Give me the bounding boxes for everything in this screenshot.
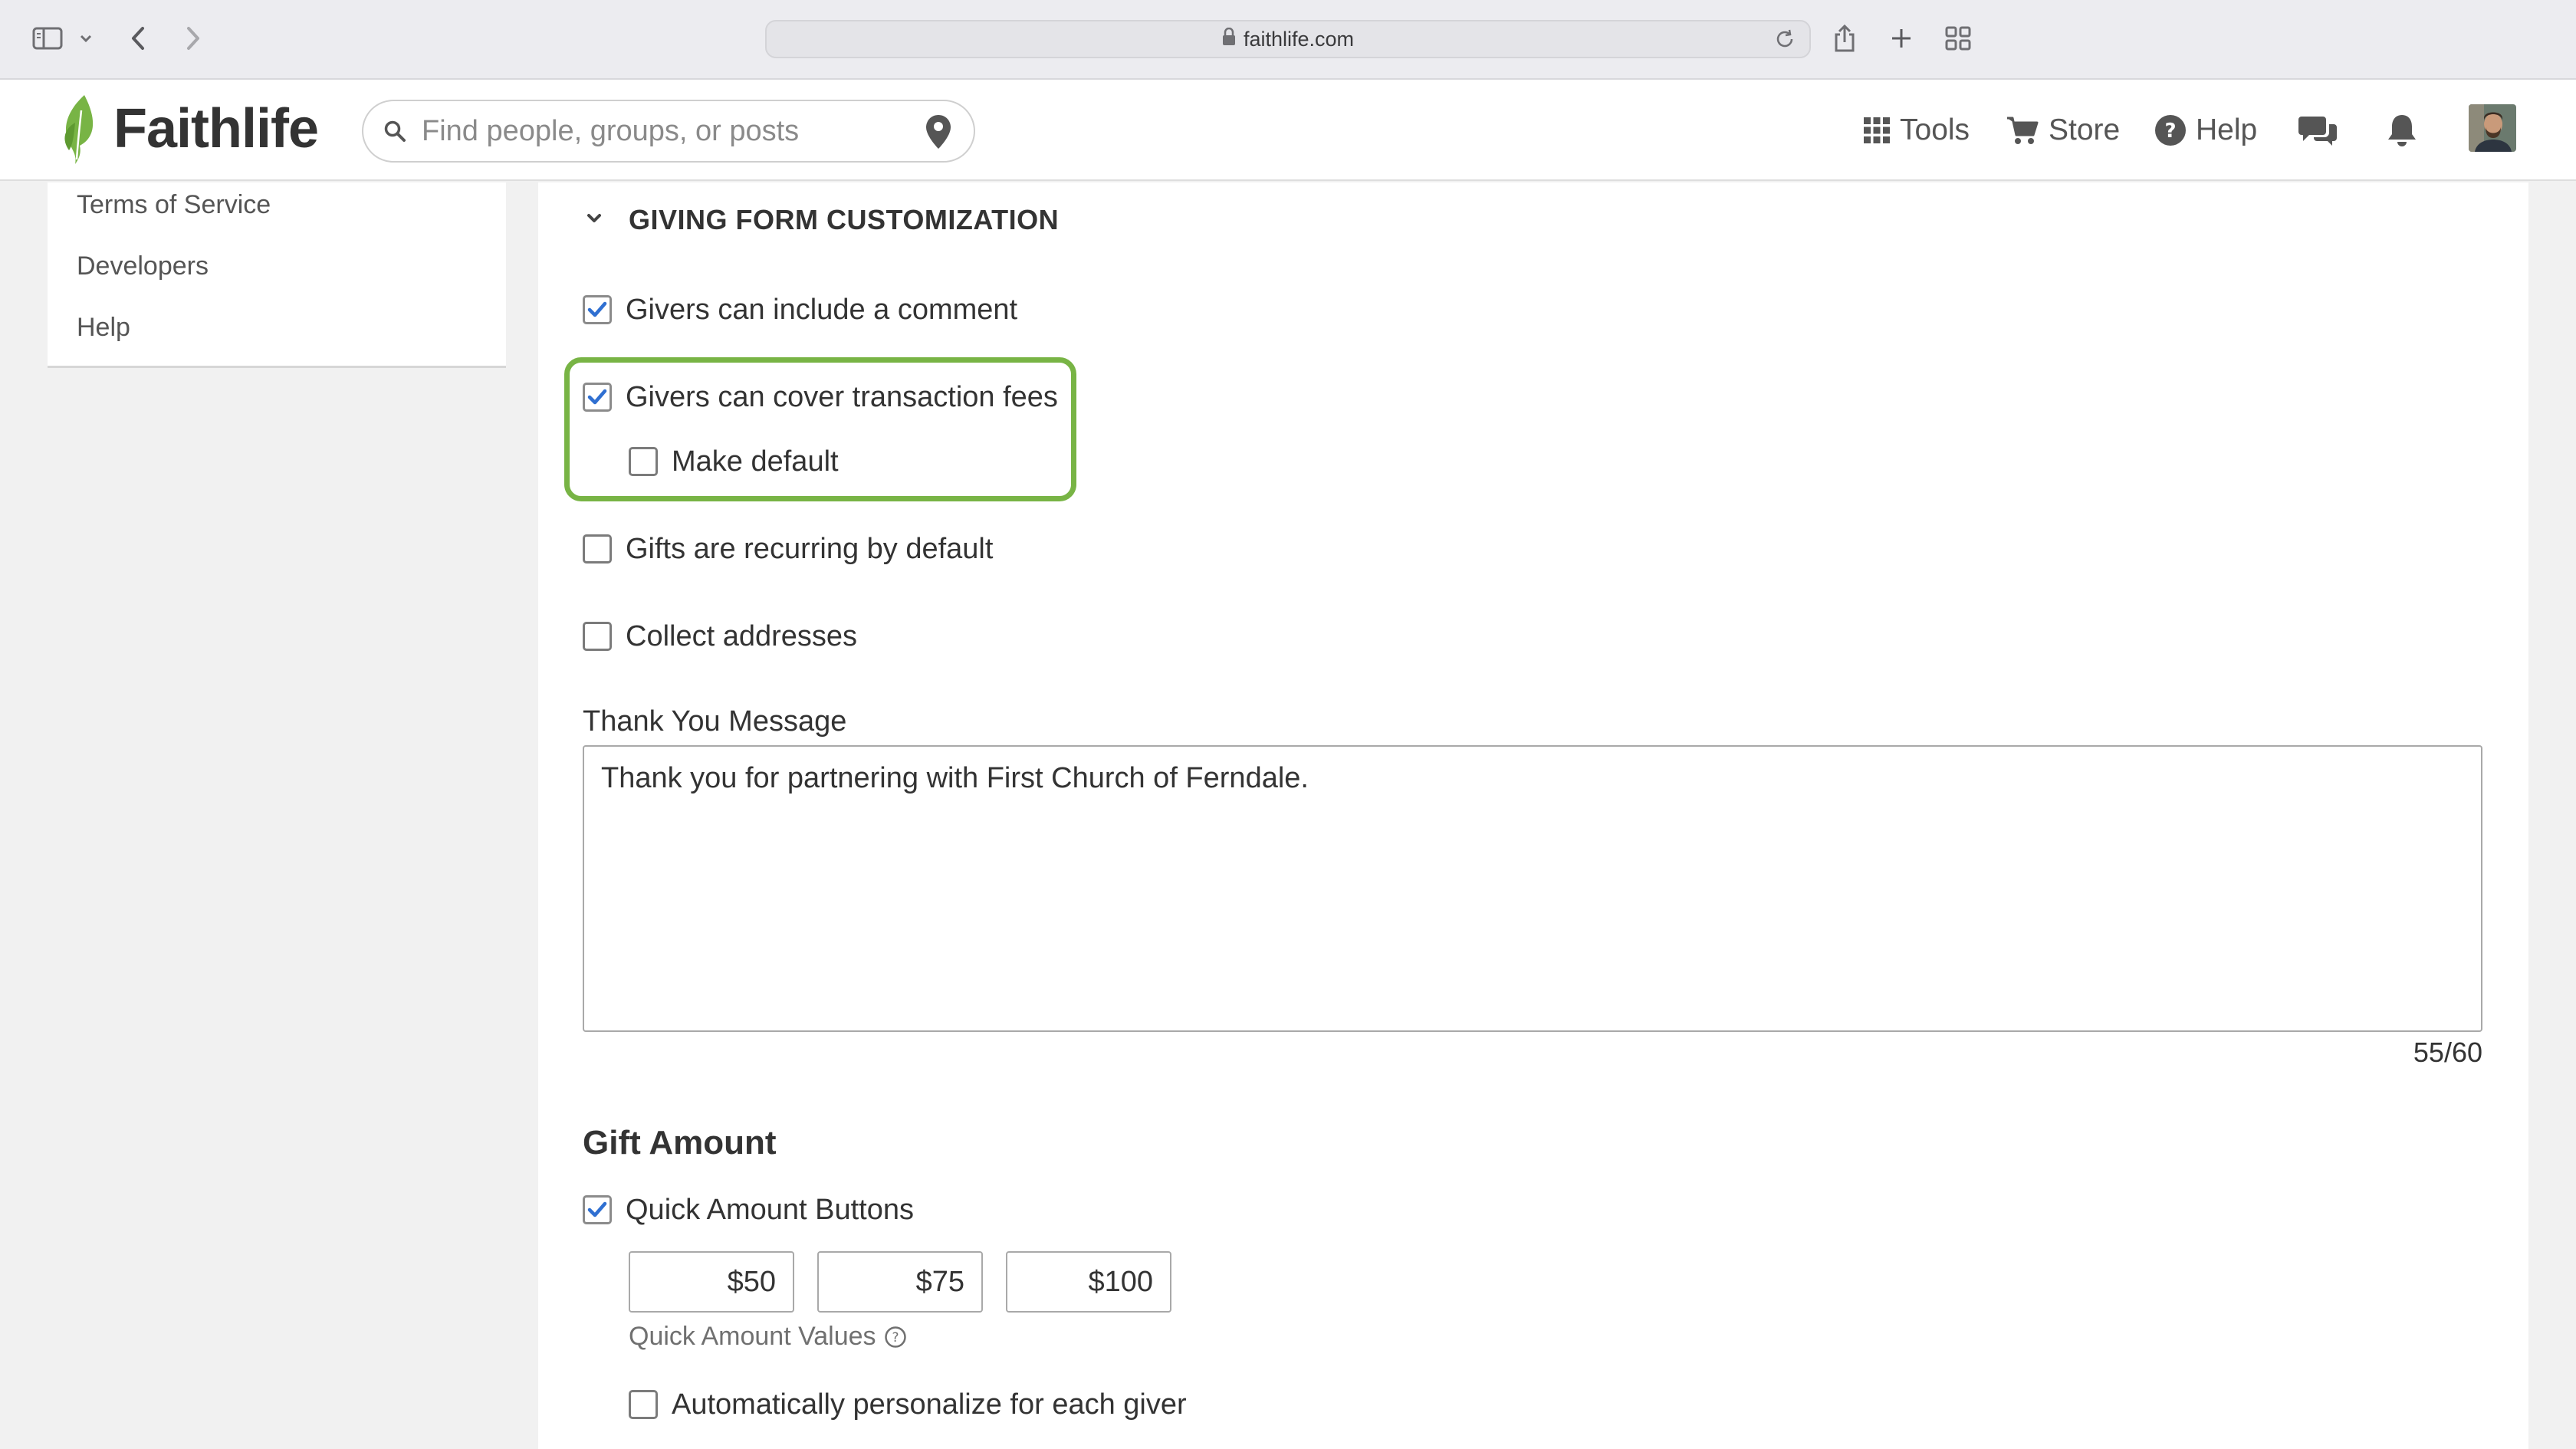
new-tab-icon[interactable]: [1886, 20, 1917, 57]
nav-store-label: Store: [2049, 113, 2121, 146]
check-mark-icon: [587, 301, 607, 317]
recurring-default-label: Gifts are recurring by default: [626, 532, 994, 565]
include-comment-option[interactable]: Givers can include a comment: [583, 291, 1017, 329]
nav-store[interactable]: Store: [2006, 107, 2120, 153]
quick-buttons-checkbox[interactable]: [583, 1195, 612, 1224]
location-pin-icon[interactable]: [925, 113, 952, 154]
faithlife-logo[interactable]: Faithlife: [58, 90, 319, 167]
gift-amount-heading: Gift Amount: [583, 1124, 777, 1162]
include-comment-label: Givers can include a comment: [626, 293, 1018, 326]
sidebar-link-help[interactable]: Help: [77, 313, 130, 343]
sidebar-link-developers[interactable]: Developers: [77, 251, 209, 281]
personalize-label: Automatically personalize for each giver: [672, 1388, 1187, 1421]
chevron-down-icon: [586, 212, 603, 228]
section-title: GIVING FORM CUSTOMIZATION: [629, 204, 1060, 235]
recurring-default-checkbox[interactable]: [583, 534, 612, 564]
sidebar-toggle-icon[interactable]: [29, 20, 66, 57]
quick-buttons-label: Quick Amount Buttons: [626, 1193, 914, 1226]
question-circle-icon[interactable]: ?: [884, 1326, 907, 1349]
collect-addresses-option[interactable]: Collect addresses: [583, 617, 857, 656]
chevron-down-icon[interactable]: [75, 20, 97, 57]
personalize-checkbox[interactable]: [629, 1390, 658, 1419]
browser-toolbar: faithlife.com: [0, 0, 2576, 80]
quick-amount-caption-text: Quick Amount Values: [629, 1322, 876, 1351]
avatar[interactable]: [2469, 104, 2516, 152]
url-text: faithlife.com: [1243, 27, 1355, 51]
cover-fees-label: Givers can cover transaction fees: [626, 380, 1058, 413]
share-icon[interactable]: [1828, 20, 1861, 57]
site-header: Faithlife Tools Store ? Help: [0, 80, 2576, 181]
nav-tools-label: Tools: [1900, 113, 1970, 146]
grid-icon: [1863, 117, 1891, 144]
quick-amount-input-3[interactable]: [1006, 1251, 1171, 1313]
nav-help[interactable]: ? Help: [2154, 107, 2257, 153]
search-icon: [383, 120, 406, 143]
search-input[interactable]: [422, 114, 882, 148]
recurring-default-option[interactable]: Gifts are recurring by default: [583, 530, 993, 568]
thank-you-textarea[interactable]: Thank you for partnering with First Chur…: [583, 745, 2482, 1032]
cover-fees-checkbox[interactable]: [583, 383, 612, 412]
logo-text: Faithlife: [113, 98, 319, 159]
section-toggle[interactable]: GIVING FORM CUSTOMIZATION: [586, 201, 1059, 239]
quick-buttons-option[interactable]: Quick Amount Buttons: [583, 1191, 914, 1229]
nav-tools[interactable]: Tools: [1863, 107, 1970, 153]
collect-addresses-label: Collect addresses: [626, 619, 858, 652]
messages-icon[interactable]: [2298, 107, 2337, 153]
svg-text:?: ?: [2164, 120, 2176, 143]
check-mark-icon: [587, 389, 607, 405]
quick-amount-caption: Quick Amount Values ?: [629, 1322, 907, 1352]
sidebar-card: Terms of Service Developers Help: [48, 182, 506, 368]
address-bar[interactable]: faithlife.com: [765, 20, 1811, 58]
help-circle-icon: ?: [2154, 114, 2187, 146]
cover-fees-option[interactable]: Givers can cover transaction fees: [583, 378, 1058, 416]
back-arrow-icon[interactable]: [124, 20, 152, 57]
thank-you-label: Thank You Message: [583, 705, 847, 738]
make-default-label: Make default: [672, 445, 839, 478]
search-box[interactable]: [362, 100, 975, 163]
personalize-option[interactable]: Automatically personalize for each giver: [629, 1385, 1187, 1424]
lock-icon: [1222, 27, 1236, 51]
nav-help-label: Help: [2196, 113, 2258, 146]
quick-amount-input-1[interactable]: [629, 1251, 794, 1313]
include-comment-checkbox[interactable]: [583, 295, 612, 324]
collect-addresses-checkbox[interactable]: [583, 622, 612, 651]
forward-arrow-icon[interactable]: [179, 20, 207, 57]
make-default-option[interactable]: Make default: [629, 442, 839, 481]
quick-amount-input-2[interactable]: [817, 1251, 983, 1313]
tab-overview-icon[interactable]: [1941, 20, 1975, 57]
faithlife-leaf-icon: [64, 95, 94, 164]
cart-icon: [2006, 115, 2039, 146]
svg-text:?: ?: [892, 1330, 899, 1346]
main-panel: GIVING FORM CUSTOMIZATION Givers can inc…: [538, 182, 2528, 1449]
check-mark-icon: [587, 1201, 607, 1217]
make-default-checkbox[interactable]: [629, 447, 658, 476]
bell-icon[interactable]: [2386, 107, 2418, 153]
char-count: 55/60: [2413, 1037, 2482, 1068]
reload-icon[interactable]: [1773, 27, 1797, 57]
sidebar-link-terms[interactable]: Terms of Service: [77, 190, 271, 220]
